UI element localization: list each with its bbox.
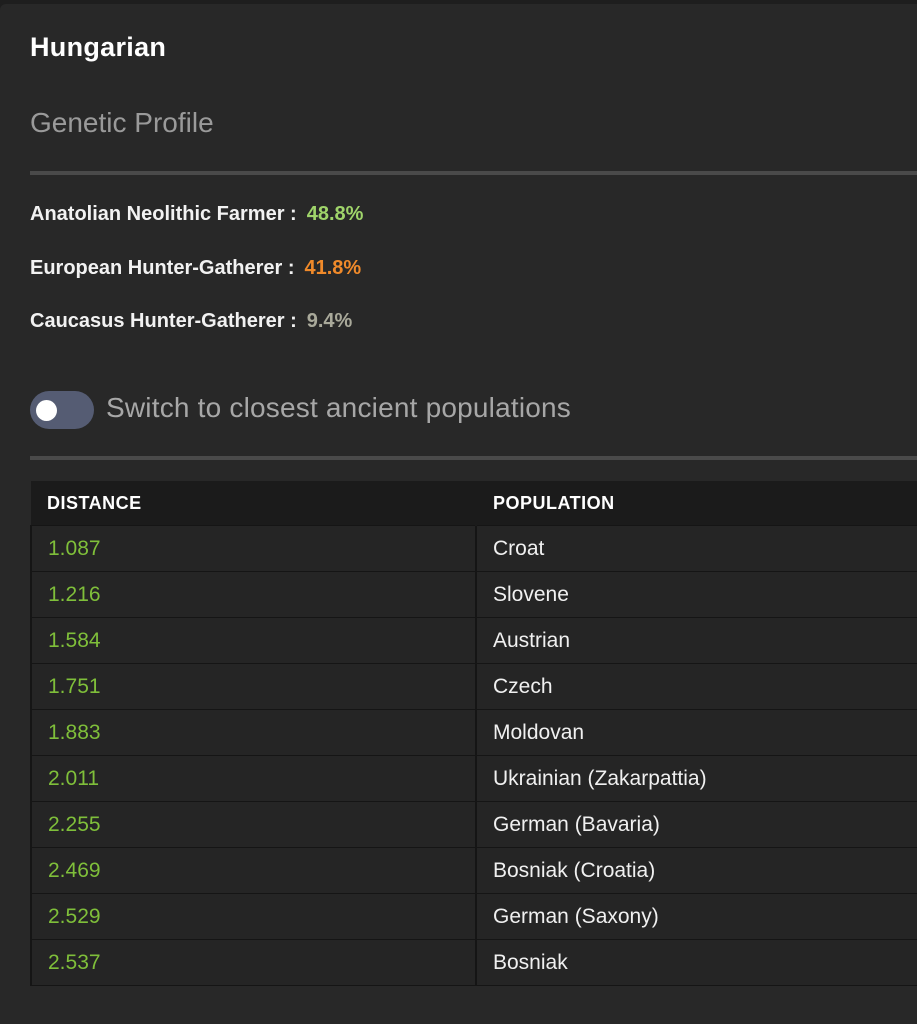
distance-cell: 1.216: [30, 571, 476, 618]
distance-cell: 2.529: [30, 893, 476, 940]
column-header-population[interactable]: POPULATION: [475, 481, 917, 526]
distance-cell: 1.751: [30, 663, 476, 710]
distance-cell: 1.584: [30, 617, 476, 664]
population-cell: Slovene: [475, 571, 917, 618]
distance-cell: 1.087: [30, 525, 476, 572]
distance-cell: 2.011: [30, 755, 476, 802]
component-label: Caucasus Hunter-Gatherer :: [30, 310, 297, 332]
component-value: 9.4%: [306, 310, 353, 332]
population-cell: Czech: [475, 663, 917, 710]
table-row[interactable]: 2.537 Bosniak: [30, 939, 917, 986]
table-row[interactable]: 2.255 German (Bavaria): [30, 801, 917, 848]
column-header-distance[interactable]: DISTANCE: [31, 481, 476, 526]
page-title: Hungarian: [30, 32, 167, 62]
population-cell: Austrian: [475, 617, 917, 664]
distance-cell: 1.883: [30, 709, 476, 756]
toggle-knob: [36, 400, 57, 421]
table-row[interactable]: 1.751 Czech: [30, 663, 917, 710]
divider: [30, 456, 917, 460]
distance-cell: 2.255: [30, 801, 476, 848]
ancient-populations-toggle[interactable]: [30, 391, 94, 429]
table-row[interactable]: 2.469 Bosniak (Croatia): [30, 847, 917, 894]
population-cell: Moldovan: [475, 709, 917, 756]
population-cell: Ukrainian (Zakarpattia): [475, 755, 917, 802]
table-row[interactable]: 1.216 Slovene: [30, 571, 917, 618]
component-anatolian: Anatolian Neolithic Farmer : 48.8%: [30, 203, 363, 226]
component-label: Anatolian Neolithic Farmer :: [30, 203, 297, 225]
population-cell: Croat: [475, 525, 917, 572]
component-value: 41.8%: [304, 257, 362, 279]
component-value: 48.8%: [306, 203, 364, 225]
population-cell: German (Bavaria): [475, 801, 917, 848]
table-row[interactable]: 2.011 Ukrainian (Zakarpattia): [30, 755, 917, 802]
table-row[interactable]: 1.087 Croat: [30, 525, 917, 572]
component-label: European Hunter-Gatherer :: [30, 257, 295, 279]
table-header-row: DISTANCE POPULATION: [31, 481, 917, 526]
component-european: European Hunter-Gatherer : 41.8%: [30, 257, 361, 280]
table-row[interactable]: 1.883 Moldovan: [30, 709, 917, 756]
distance-cell: 2.469: [30, 847, 476, 894]
section-subtitle: Genetic Profile: [30, 107, 214, 138]
population-cell: Bosniak (Croatia): [475, 847, 917, 894]
distance-cell: 2.537: [30, 939, 476, 986]
table-row[interactable]: 2.529 German (Saxony): [30, 893, 917, 940]
distance-table: DISTANCE POPULATION 1.087 Croat 1.216 Slove…: [30, 481, 917, 986]
component-caucasus: Caucasus Hunter-Gatherer : 9.4%: [30, 310, 352, 333]
toggle-label[interactable]: Switch to closest ancient populations: [106, 392, 571, 424]
population-cell: Bosniak: [475, 939, 917, 986]
divider: [30, 171, 917, 175]
population-cell: German (Saxony): [475, 893, 917, 940]
table-row[interactable]: 1.584 Austrian: [30, 617, 917, 664]
